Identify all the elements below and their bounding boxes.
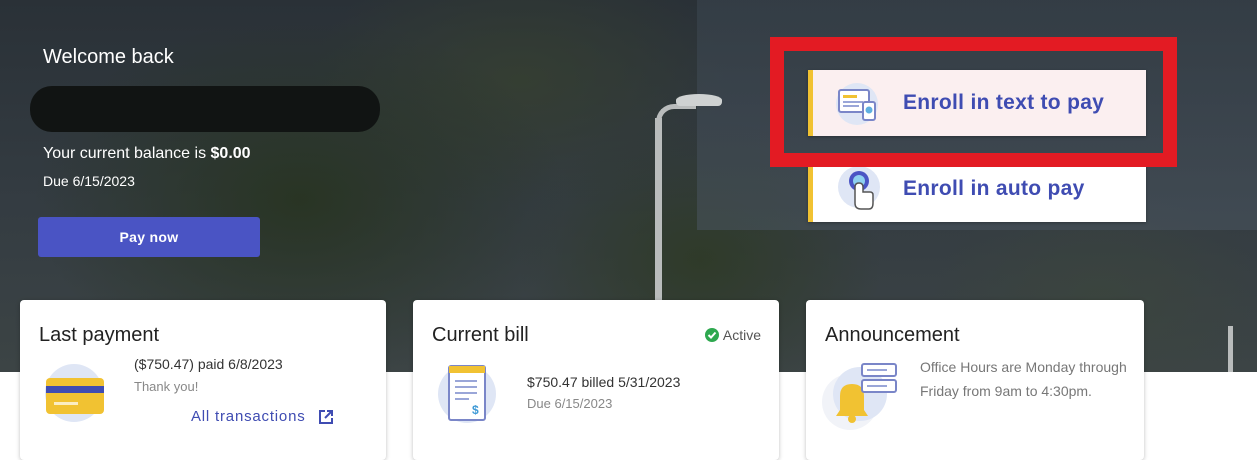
- current-bill-card: Current bill Active $ $750.47 billed 5/3…: [413, 300, 779, 460]
- street-lamp-pole: [655, 118, 662, 308]
- announcement-card: Announcement Office Hours are Monday thr…: [806, 300, 1144, 460]
- pay-now-button[interactable]: Pay now: [38, 217, 260, 257]
- street-lamp-pole-2: [1228, 326, 1233, 372]
- bill-amount: $750.47 billed 5/31/2023: [527, 374, 681, 390]
- all-transactions-link[interactable]: All transactions: [191, 408, 334, 425]
- balance-prefix: Your current balance is: [43, 145, 211, 162]
- announcement-text: Office Hours are Monday through Friday f…: [920, 359, 1127, 399]
- credit-card-icon: [44, 362, 110, 429]
- last-payment-amount: ($750.47) paid 6/8/2023: [134, 356, 283, 372]
- bill-document-icon: $: [437, 360, 499, 431]
- street-lamp-arm: [656, 104, 696, 122]
- card-title-current-bill: Current bill: [432, 324, 529, 346]
- card-title-announcement: Announcement: [825, 324, 960, 346]
- external-link-icon: [318, 409, 334, 425]
- balance-line: Your current balance is $0.00: [43, 145, 251, 163]
- svg-text:$: $: [472, 403, 479, 417]
- highlight-box: [770, 37, 1177, 167]
- street-lamp-head: [676, 94, 722, 106]
- due-date: Due 6/15/2023: [43, 173, 135, 189]
- status-badge: Active: [704, 327, 761, 343]
- redacted-customer-name: [30, 86, 380, 132]
- balance-amount: $0.00: [210, 145, 251, 162]
- last-payment-card: Last payment ($750.47) paid 6/8/2023 Tha…: [20, 300, 386, 460]
- card-title-last-payment: Last payment: [39, 324, 160, 346]
- enroll-auto-pay-label: Enroll in auto pay: [903, 177, 1085, 200]
- all-transactions-label: All transactions: [191, 408, 306, 425]
- check-circle-icon: [704, 328, 719, 342]
- auto-pay-icon: [831, 161, 887, 217]
- welcome-text: Welcome back: [43, 46, 174, 68]
- status-label: Active: [722, 327, 761, 343]
- bill-due-date: Due 6/15/2023: [527, 396, 613, 411]
- last-payment-note: Thank you!: [134, 379, 199, 394]
- bell-icon: [818, 360, 902, 435]
